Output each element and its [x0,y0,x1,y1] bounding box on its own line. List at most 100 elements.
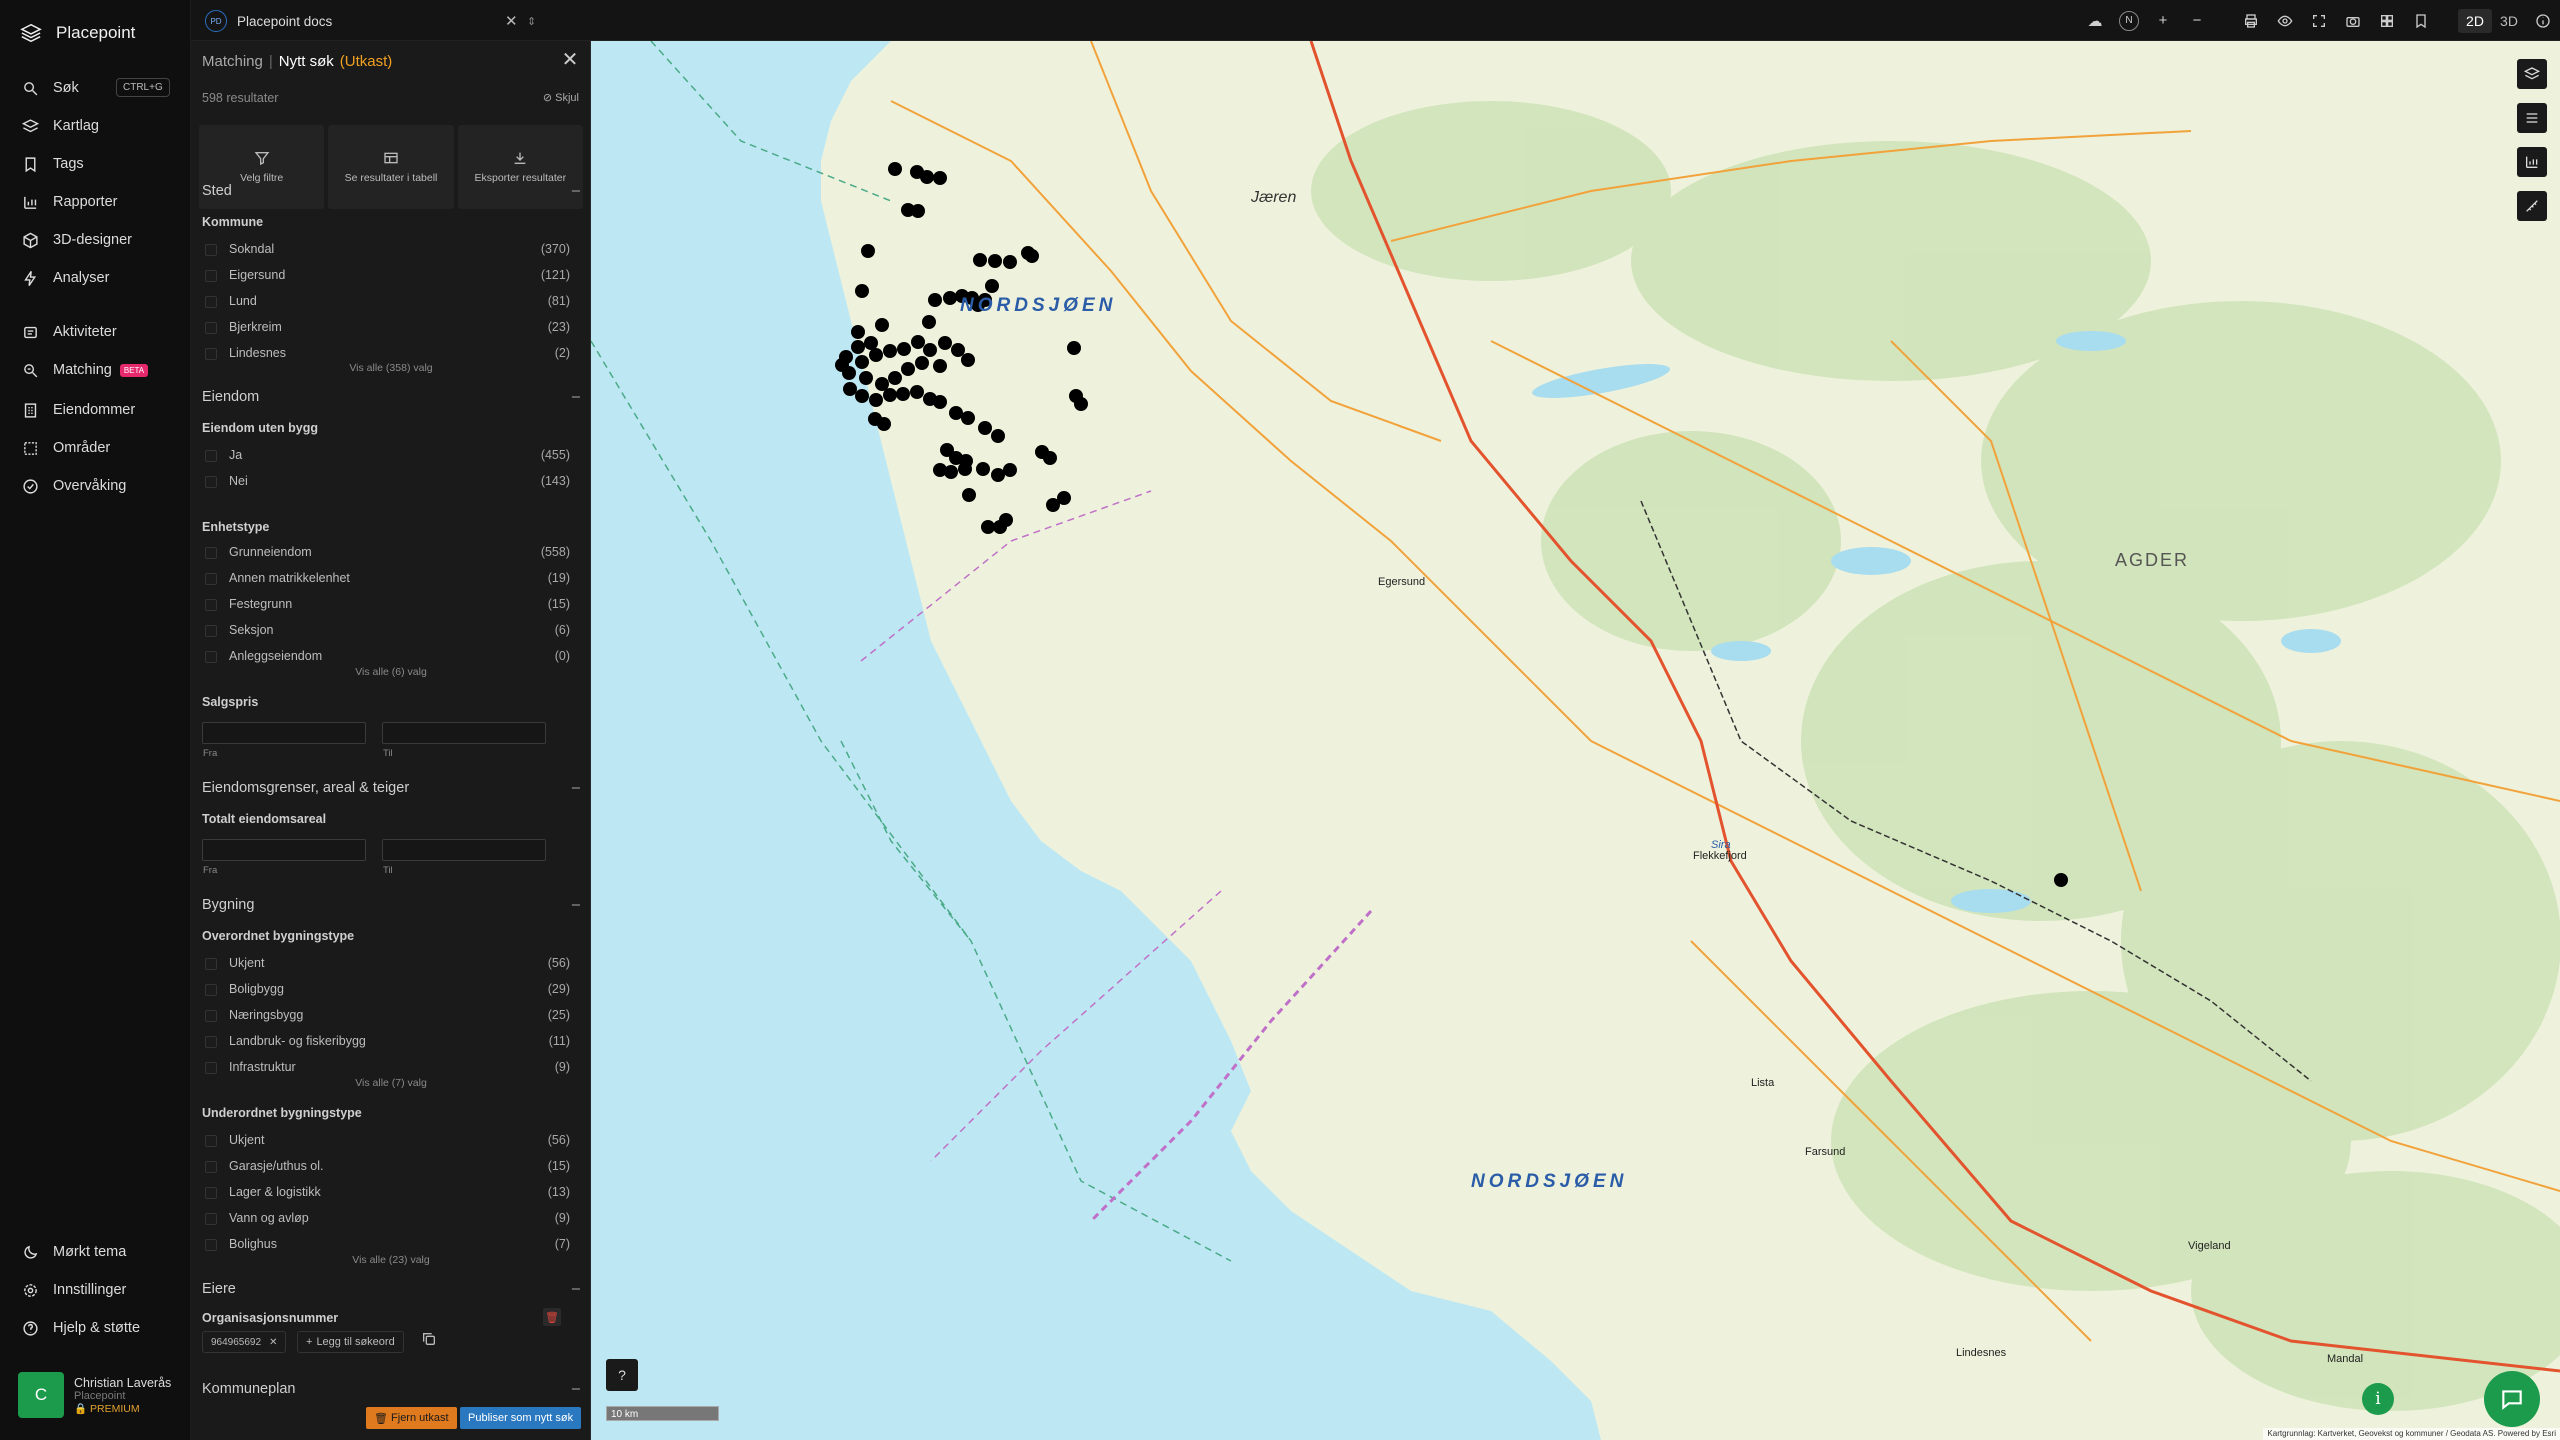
filter-option[interactable]: Boligbygg (29) [205,981,570,999]
property-point[interactable] [896,387,910,401]
property-point[interactable] [859,371,873,385]
filter-option[interactable]: Festegrunn (15) [205,596,570,614]
filter-option[interactable]: Vann og avløp (9) [205,1210,570,1228]
section-bygning[interactable]: Bygning – [202,897,580,913]
breadcrumb[interactable]: Matching [202,53,263,70]
property-point[interactable] [851,340,865,354]
property-point[interactable] [883,388,897,402]
checkbox[interactable] [205,1135,217,1147]
property-point[interactable] [928,293,942,307]
checkbox[interactable] [205,1062,217,1074]
filter-option[interactable]: Lindesnes (2) [205,345,570,363]
info-icon[interactable] [2526,0,2560,41]
remove-draft-button[interactable]: 🗑 Fjern utkast [366,1407,457,1429]
property-point[interactable] [883,344,897,358]
filter-option[interactable]: Bolighus (7) [205,1236,570,1254]
filter-option[interactable]: Ukjent (56) [205,955,570,973]
print-icon[interactable] [2234,0,2268,41]
property-point[interactable] [962,488,976,502]
show-all-link[interactable]: Vis alle (6) valg [191,666,590,678]
nav-overvaking[interactable]: Overvåking [22,474,182,498]
nav-tags[interactable]: Tags [22,152,182,176]
property-point[interactable] [933,395,947,409]
checkbox[interactable] [205,1187,217,1199]
filter-option[interactable]: Landbruk- og fiskeribygg (11) [205,1033,570,1051]
property-point[interactable] [938,336,952,350]
filter-option[interactable]: Annen matrikkelenhet (19) [205,570,570,588]
search-tag[interactable]: 964965692 ✕ [202,1331,287,1353]
checkbox[interactable] [205,1161,217,1173]
section-grenser[interactable]: Eiendomsgrenser, areal & teiger – [202,780,580,796]
publish-button[interactable]: Publiser som nytt søk [460,1407,582,1429]
property-point[interactable] [843,382,857,396]
zoom-in-icon[interactable]: + [2146,0,2180,41]
property-point[interactable] [855,284,869,298]
measure-button[interactable] [2517,191,2547,221]
property-point[interactable] [875,318,889,332]
trash-icon[interactable]: 🗑 [543,1308,561,1326]
property-point[interactable] [991,429,1005,443]
grid-icon[interactable] [2370,0,2404,41]
camera-icon[interactable] [2336,0,2370,41]
nav-analyser[interactable]: Analyser [22,266,182,290]
property-point[interactable] [901,203,915,217]
filter-option[interactable]: Bjerkreim (23) [205,319,570,337]
property-point[interactable] [961,411,975,425]
property-point[interactable] [2054,873,2068,887]
show-all-link[interactable]: Vis alle (7) valg [191,1077,590,1089]
nav-3d-designer[interactable]: 3D-designer [22,228,182,252]
chat-button[interactable] [2484,1371,2540,1427]
section-kommuneplan[interactable]: Kommuneplan – [202,1381,580,1397]
property-point[interactable] [991,468,1005,482]
eye-icon[interactable] [2268,0,2302,41]
filter-option[interactable]: Eigersund (121) [205,267,570,285]
property-point[interactable] [949,406,963,420]
checkbox[interactable] [205,476,217,488]
property-point[interactable] [985,279,999,293]
property-point[interactable] [1025,249,1039,263]
property-point[interactable] [993,520,1007,534]
chart-button[interactable] [2517,147,2547,177]
filter-option[interactable]: Garasje/uthus ol. (15) [205,1158,570,1176]
area-from-input[interactable] [202,839,366,861]
mode-3d-button[interactable]: 3D [2492,0,2526,41]
filter-option[interactable]: Ja (455) [205,447,570,465]
info-button[interactable]: i [2362,1383,2394,1415]
collapse-icon[interactable]: – [572,1281,580,1297]
nav-matching[interactable]: Matching BETA [22,358,182,382]
zoom-out-icon[interactable]: − [2180,0,2214,41]
property-point[interactable] [888,162,902,176]
filter-option[interactable]: Lund (81) [205,293,570,311]
checkbox[interactable] [205,547,217,559]
property-point[interactable] [915,356,929,370]
collapse-icon[interactable]: – [572,780,580,796]
property-point[interactable] [861,244,875,258]
close-icon[interactable]: ✕ [560,50,580,71]
property-point[interactable] [835,358,849,372]
layers-button[interactable] [2517,59,2547,89]
document-selector[interactable]: PD Placepoint docs ✕ ⇕ [205,8,550,34]
property-point[interactable] [851,325,865,339]
property-point[interactable] [951,343,965,357]
property-point[interactable] [1043,451,1057,465]
checkbox[interactable] [205,1010,217,1022]
nav-aktiviteter[interactable]: Aktiviteter [22,320,182,344]
user-profile[interactable]: C Christian Laverås Placepoint 🔒 PREMIUM [18,1372,171,1418]
property-point[interactable] [920,170,934,184]
checkbox[interactable] [205,296,217,308]
property-point[interactable] [911,335,925,349]
checkbox[interactable] [205,958,217,970]
filter-option[interactable]: Lager & logistikk (13) [205,1184,570,1202]
price-from-input[interactable] [202,722,366,744]
section-eiendom[interactable]: Eiendom – [202,389,580,405]
property-point[interactable] [897,342,911,356]
checkbox[interactable] [205,450,217,462]
price-to-input[interactable] [382,722,546,744]
section-eiere[interactable]: Eiere – [202,1281,580,1297]
checkbox[interactable] [205,1036,217,1048]
checkbox[interactable] [205,322,217,334]
collapse-icon[interactable]: – [572,1381,580,1397]
hide-button[interactable]: ⊘ Skjul [543,91,579,104]
bookmark-icon[interactable] [2404,0,2438,41]
property-point[interactable] [976,462,990,476]
